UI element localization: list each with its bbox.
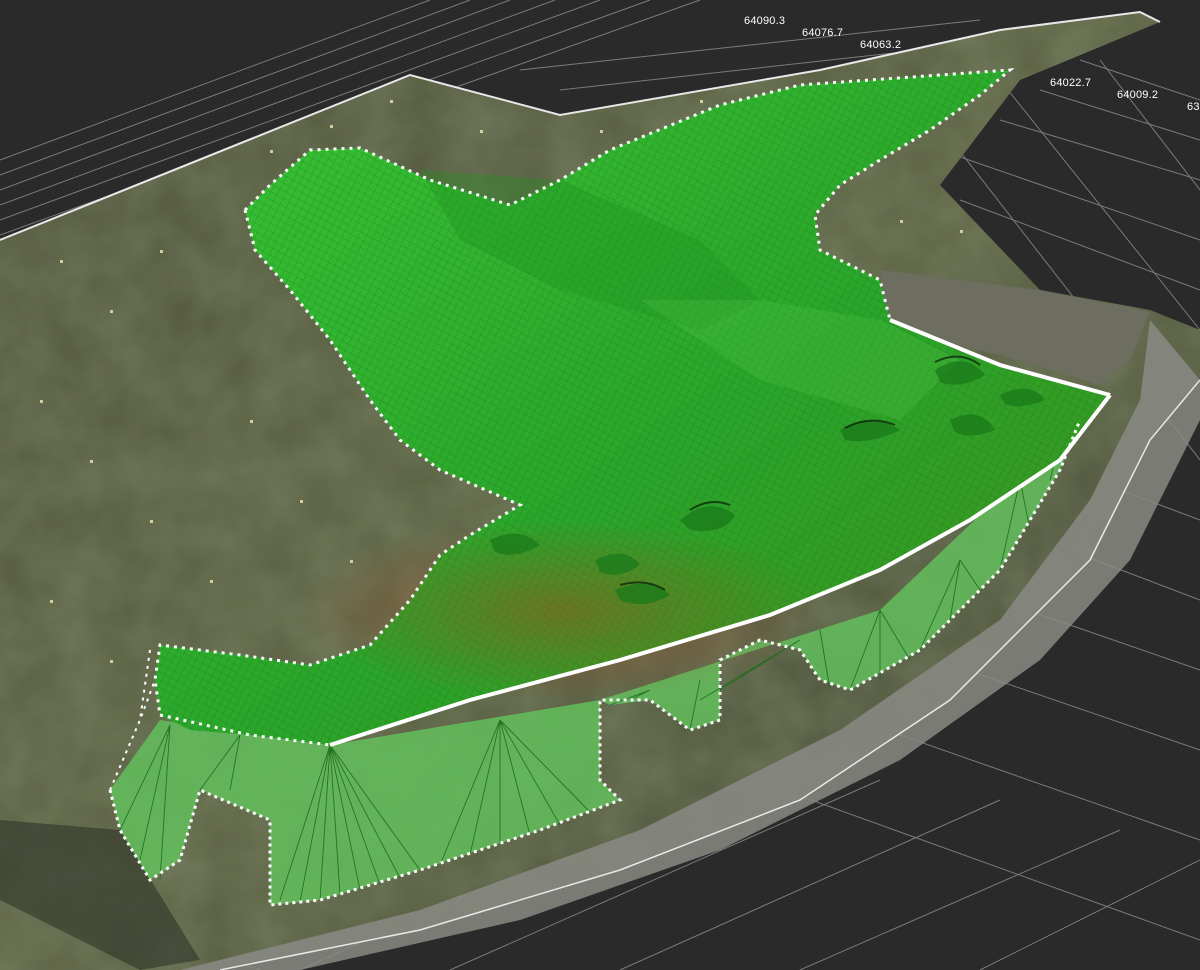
- 3d-viewport[interactable]: 64090.3 64076.7 64063.2 64022.7 64009.2 …: [0, 0, 1200, 970]
- axis-coordinate-label: 64076.7: [802, 27, 844, 39]
- axis-coordinate-label: 64063.2: [860, 39, 902, 51]
- axis-coordinate-label: 64022.7: [1050, 77, 1092, 89]
- axis-coordinate-label: 64009.2: [1117, 89, 1159, 101]
- terrain-scene[interactable]: [0, 0, 1200, 970]
- axis-coordinate-label: 64090.3: [744, 15, 786, 27]
- axis-coordinate-label: 63: [1187, 101, 1200, 113]
